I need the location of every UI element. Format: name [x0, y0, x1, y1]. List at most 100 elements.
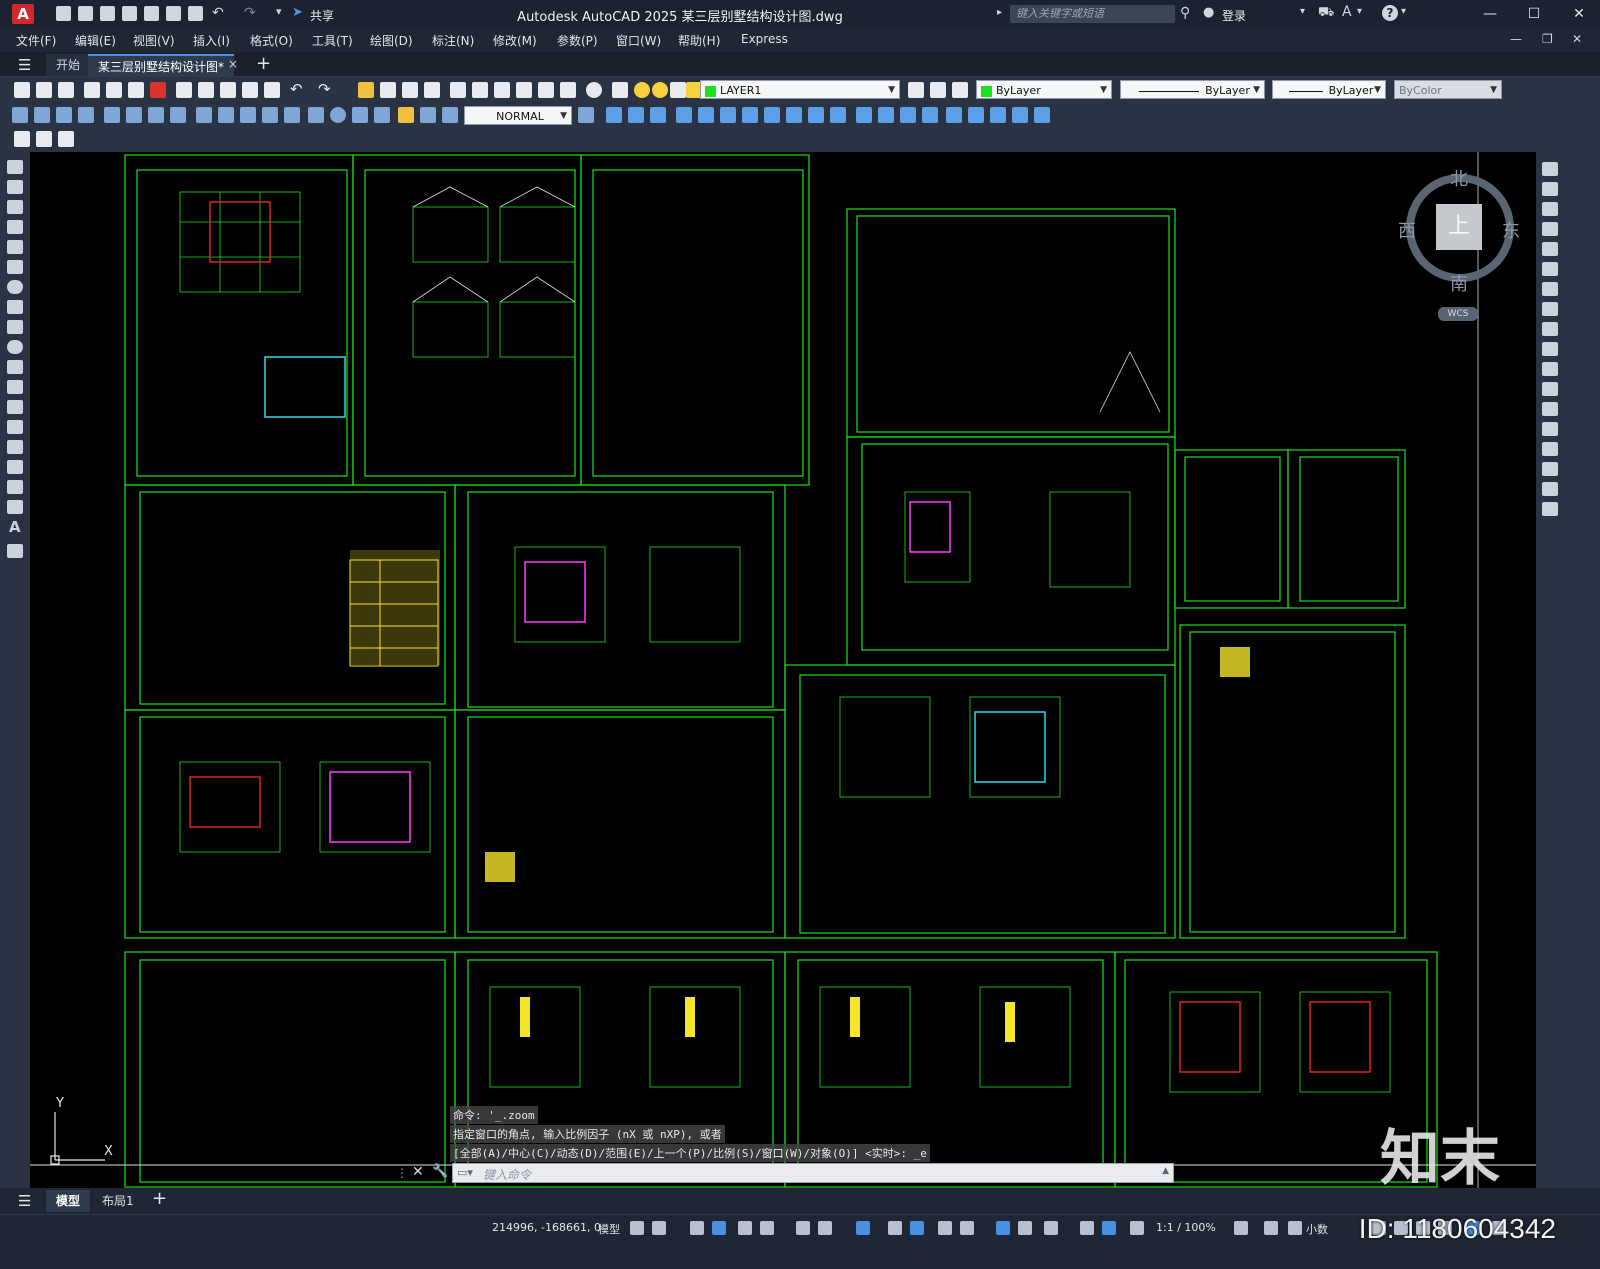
shade-2-icon[interactable] [628, 107, 644, 123]
gizmo-icon[interactable] [1044, 1221, 1058, 1235]
model-space-button[interactable]: 模型 [598, 1221, 620, 1237]
search-icon[interactable]: ⚲ [1180, 5, 1190, 21]
view-iso-nw-icon[interactable] [830, 107, 846, 123]
dimstyle-dropdown[interactable]: NORMAL ▼ [464, 106, 572, 125]
doc-minimize-icon[interactable]: — [1510, 32, 1522, 46]
menu-format[interactable]: 格式(O) [250, 32, 293, 49]
rectangle-icon[interactable] [7, 240, 23, 254]
ordinate-dim-icon[interactable] [78, 107, 94, 123]
polygon-icon[interactable] [7, 220, 23, 234]
join-icon[interactable] [1542, 422, 1558, 436]
continue-dim-icon[interactable] [240, 107, 256, 123]
pdf-icon[interactable] [150, 82, 166, 98]
autodesk-a360-icon[interactable]: A [1342, 4, 1352, 20]
aligned-dim-icon[interactable] [34, 107, 50, 123]
customize-quick-access-icon[interactable]: ▾ [276, 5, 282, 18]
view-right-icon[interactable] [742, 107, 758, 123]
tab-close-icon[interactable]: × [228, 57, 238, 71]
ucs-4-icon[interactable] [1012, 107, 1028, 123]
visual-style-2-icon[interactable] [878, 107, 894, 123]
dynamic-input-icon[interactable] [712, 1221, 726, 1235]
layer-manager-icon[interactable] [58, 131, 74, 147]
undo-icon[interactable]: ↶ [212, 5, 224, 21]
array-icon[interactable] [1542, 242, 1558, 256]
layer-state-icon[interactable] [952, 82, 968, 98]
markup-icon[interactable] [538, 82, 554, 98]
command-input[interactable]: ▭▾ 键入命令 ▲ [452, 1163, 1174, 1183]
minimize-icon[interactable]: — [1477, 5, 1503, 23]
paste-icon[interactable] [220, 82, 236, 98]
ellipse-icon[interactable] [7, 340, 23, 354]
extend-icon[interactable] [1542, 362, 1558, 376]
redo-icon-2[interactable]: ↷ [318, 80, 331, 98]
break-at-point-icon[interactable] [1542, 382, 1558, 396]
cut-icon[interactable] [176, 82, 192, 98]
trim-icon[interactable] [1542, 342, 1558, 356]
block-insert-icon[interactable] [14, 131, 30, 147]
undo-icon-2[interactable]: ↶ [290, 80, 303, 98]
redo-icon[interactable]: ↷ [244, 5, 256, 21]
view-back-icon[interactable] [698, 107, 714, 123]
search-input[interactable]: 键入关键字或短语 [1010, 5, 1175, 23]
annotation-scale-readout[interactable]: 1:1 / 100% [1156, 1221, 1216, 1234]
dim-space-icon[interactable] [262, 107, 278, 123]
baseline-dim-icon[interactable] [218, 107, 234, 123]
drawing-canvas[interactable]: Y X [30, 152, 1536, 1188]
menu-file[interactable]: 文件(F) [16, 32, 56, 49]
menu-window[interactable]: 窗口(W) [616, 32, 661, 49]
menu-dimension[interactable]: 标注(N) [432, 32, 474, 49]
arc-icon[interactable] [7, 260, 23, 274]
pan-icon[interactable] [358, 82, 374, 98]
make-block-icon[interactable] [7, 400, 23, 414]
lineweight-dropdown[interactable]: ByLayer ▼ [1272, 80, 1386, 99]
add-selected-icon[interactable] [7, 544, 23, 558]
hatch-icon[interactable] [7, 440, 23, 454]
command-customize-icon[interactable]: 🔧 [432, 1164, 448, 1179]
layout-menu-icon[interactable]: ☰ [18, 1192, 31, 1210]
revision-cloud-icon[interactable] [7, 300, 23, 314]
view-front-icon[interactable] [676, 107, 692, 123]
publish-icon[interactable] [128, 82, 144, 98]
dim-edit-icon[interactable] [398, 107, 414, 123]
menu-insert[interactable]: 插入(I) [193, 32, 230, 49]
calculator-icon[interactable] [560, 82, 576, 98]
visual-style-4-icon[interactable] [922, 107, 938, 123]
properties-icon[interactable] [450, 82, 466, 98]
erase-icon[interactable] [1542, 162, 1558, 176]
menu-parametric[interactable]: 参数(P) [557, 32, 598, 49]
preview-icon[interactable] [106, 82, 122, 98]
isometric-icon[interactable] [796, 1221, 810, 1235]
lightbulb-icon[interactable] [634, 82, 650, 98]
object-snap-icon[interactable] [856, 1221, 870, 1235]
polyline-icon[interactable] [7, 200, 23, 214]
wcs-menu[interactable]: WCS [1438, 307, 1478, 321]
dim-text-edit-icon[interactable] [420, 107, 436, 123]
ellipse-arc-icon[interactable] [7, 360, 23, 374]
inspection-icon[interactable] [352, 107, 368, 123]
layer-properties-icon[interactable] [612, 82, 628, 98]
mirror-icon[interactable] [1542, 202, 1558, 216]
rotate-icon[interactable] [1542, 282, 1558, 296]
tab-layout1[interactable]: 布局1 [92, 1190, 144, 1212]
jogged-dim-icon[interactable] [126, 107, 142, 123]
chamfer-icon[interactable] [1542, 442, 1558, 456]
menu-edit[interactable]: 编辑(E) [75, 32, 116, 49]
qnew-icon[interactable] [14, 82, 30, 98]
login-button[interactable]: 登录 [1222, 7, 1246, 24]
menu-view[interactable]: 视图(V) [133, 32, 175, 49]
design-center-icon[interactable] [472, 82, 488, 98]
save-to-web-icon[interactable] [166, 6, 181, 21]
sun-icon[interactable] [652, 82, 668, 98]
table-icon[interactable] [7, 500, 23, 514]
annotation-monitor-icon[interactable] [1264, 1221, 1278, 1235]
ucs-1-icon[interactable] [946, 107, 962, 123]
gradient-icon[interactable] [7, 460, 23, 474]
view-left-icon[interactable] [720, 107, 736, 123]
jogged-linear-icon[interactable] [374, 107, 390, 123]
selection-filter-icon[interactable] [1018, 1221, 1032, 1235]
color-dropdown[interactable]: ByLayer ▼ [976, 80, 1112, 99]
radius-dim-icon[interactable] [104, 107, 120, 123]
ucs-3-icon[interactable] [990, 107, 1006, 123]
transparency-icon[interactable] [910, 1221, 924, 1235]
stretch-icon[interactable] [1542, 322, 1558, 336]
